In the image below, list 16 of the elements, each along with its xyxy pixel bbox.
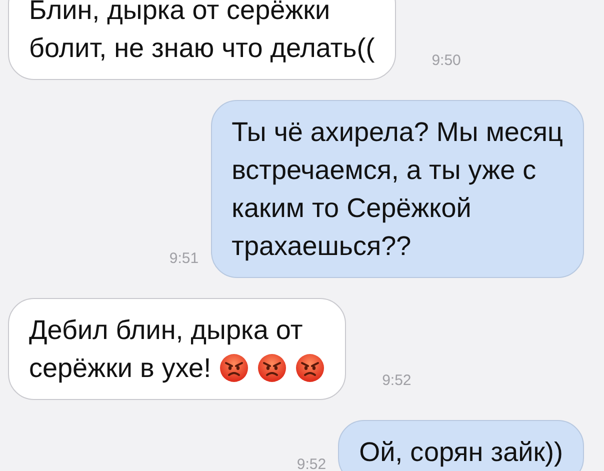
message-text: Ты чё ахирела? Мы месяц <box>232 116 563 149</box>
message-text: каким то Серёжкой <box>232 192 472 225</box>
angry-face-icon <box>257 353 288 383</box>
message-text: трахаешься?? <box>232 230 412 263</box>
message-time: 9:52 <box>382 370 412 390</box>
angry-face-icon <box>295 353 326 383</box>
message-text: Дебил блин, дырка от <box>29 314 304 347</box>
message-time: 9:51 <box>169 248 199 268</box>
angry-face-icon <box>219 353 250 383</box>
message-time: 9:52 <box>296 454 326 471</box>
message-text: Ой, сорян зайк)) <box>359 436 563 469</box>
message-text: Блин, дырка от серёжки <box>29 0 332 27</box>
message-text: встречаемся, а ты уже с <box>232 154 538 187</box>
message-text: болит, не знаю что делать(( <box>29 32 375 65</box>
message-time: 9:50 <box>432 50 461 70</box>
message-text: серёжки в ухе! <box>29 349 326 387</box>
